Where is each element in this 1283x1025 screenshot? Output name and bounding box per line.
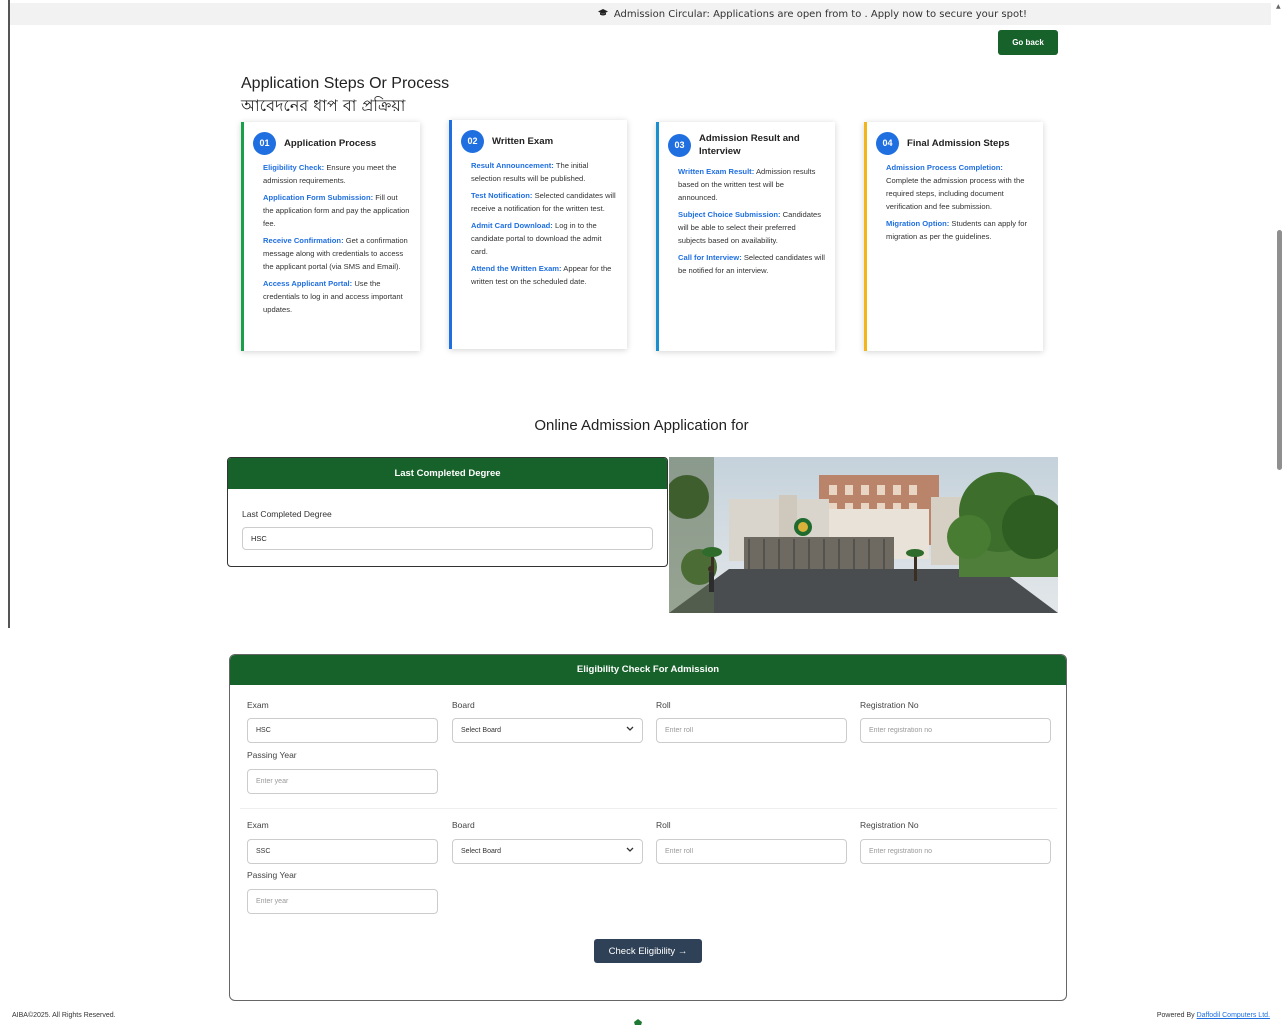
ssc-exam-field[interactable]	[247, 839, 438, 864]
step-item: Migration Option: Students can apply for…	[886, 219, 1027, 242]
steps-title: Application Steps Or Process	[241, 75, 450, 92]
step-card-title: Written Exam	[492, 135, 554, 147]
hsc-registration-input[interactable]	[860, 718, 1051, 743]
board-label: Board	[452, 820, 475, 830]
ssc-passing-year-input[interactable]	[247, 889, 438, 914]
passing-year-label: Passing Year	[247, 870, 297, 880]
step-card-title: Application Process	[284, 137, 377, 149]
scrollbar-thumb[interactable]	[1277, 230, 1282, 470]
step-item: Attend the Written Exam: Appear for the …	[471, 264, 612, 287]
step-number-badge: 02	[461, 130, 484, 153]
eligibility-check-panel: Eligibility Check For Admission Exam Boa…	[229, 654, 1067, 1001]
roll-label: Roll	[656, 820, 671, 830]
exam-label: Exam	[247, 700, 269, 710]
step-card-written-exam: 02 Written Exam Result Announcement: The…	[449, 120, 627, 349]
step-item: Eligibility Check: Ensure you meet the a…	[263, 163, 397, 186]
go-back-button[interactable]: Go back	[998, 30, 1058, 55]
admission-notice-text: Admission Circular: Applications are ope…	[613, 8, 1027, 20]
last-degree-field[interactable]	[242, 527, 653, 550]
hsc-roll-input[interactable]	[656, 718, 847, 743]
step-item: Application Form Submission: Fill out th…	[263, 193, 410, 229]
last-degree-label: Last Completed Degree	[242, 509, 332, 519]
footer-powered-by: Powered By Daffodil Computers Ltd.	[1156, 1012, 1270, 1019]
last-degree-panel-header: Last Completed Degree	[228, 458, 667, 489]
step-number-badge: 04	[876, 132, 899, 155]
hsc-exam-field[interactable]	[247, 718, 438, 743]
step-card-title: Admission Result and Interview	[699, 133, 800, 158]
online-application-title: Online Admission Application for	[534, 417, 749, 434]
campus-image	[669, 457, 1058, 613]
ssc-board-select[interactable]: Select Board	[452, 839, 643, 864]
roll-label: Roll	[656, 700, 671, 710]
chevron-down-icon	[626, 847, 634, 855]
daffodil-link[interactable]: Daffodil Computers Ltd.	[1197, 1012, 1270, 1019]
footer-logo-icon	[634, 1012, 642, 1025]
steps-title-bangla: আবেদনের ধাপ বা প্রক্রিয়া	[241, 96, 406, 115]
step-item: Admission Process Completion: Complete t…	[886, 163, 1025, 212]
passing-year-label: Passing Year	[247, 750, 297, 760]
last-degree-panel: Last Completed Degree Last Completed Deg…	[227, 457, 668, 567]
footer-copyright: AIBA©2025. All Rights Reserved.	[12, 1012, 116, 1019]
ssc-registration-input[interactable]	[860, 839, 1051, 864]
graduation-cap-icon	[597, 8, 608, 20]
page-scrollbar[interactable]: ▲	[1276, 0, 1283, 1025]
step-item: Access Applicant Portal: Use the credent…	[263, 279, 403, 315]
step-item: Written Exam Result: Admission results b…	[678, 166, 816, 202]
step-item: Admit Card Download: Log in to the candi…	[471, 221, 602, 257]
step-number-badge: 01	[253, 132, 276, 155]
step-card-title: Final Admission Steps	[907, 137, 1010, 149]
eligibility-panel-header: Eligibility Check For Admission	[230, 655, 1066, 685]
registration-label: Registration No	[860, 820, 919, 830]
exam-label: Exam	[247, 820, 269, 830]
step-item: Call for Interview: Selected candidates …	[678, 253, 825, 276]
hsc-passing-year-input[interactable]	[247, 769, 438, 794]
row-divider	[240, 808, 1057, 809]
step-number-badge: 03	[668, 133, 691, 157]
admission-notice-bar: Admission Circular: Applications are ope…	[10, 3, 1271, 25]
ssc-roll-input[interactable]	[656, 839, 847, 864]
step-item: Result Announcement: The initial selecti…	[471, 161, 589, 184]
step-card-application-process: 01 Application Process Eligibility Check…	[241, 122, 420, 351]
step-item: Subject Choice Submission: Candidates wi…	[678, 209, 822, 246]
check-eligibility-button[interactable]: Check Eligibility →	[594, 939, 702, 963]
scroll-up-icon[interactable]: ▲	[1276, 3, 1281, 10]
step-card-final-admission: 04 Final Admission Steps Admission Proce…	[864, 122, 1043, 351]
registration-label: Registration No	[860, 700, 919, 710]
hsc-board-select[interactable]: Select Board	[452, 718, 643, 743]
chevron-down-icon	[626, 726, 634, 734]
step-item: Test Notification: Selected candidates w…	[471, 191, 616, 214]
left-border-line	[8, 0, 10, 628]
board-label: Board	[452, 700, 475, 710]
step-item: Receive Confirmation: Get a confirmation…	[263, 236, 408, 272]
step-card-admission-result: 03 Admission Result and Interview Writte…	[656, 122, 835, 351]
